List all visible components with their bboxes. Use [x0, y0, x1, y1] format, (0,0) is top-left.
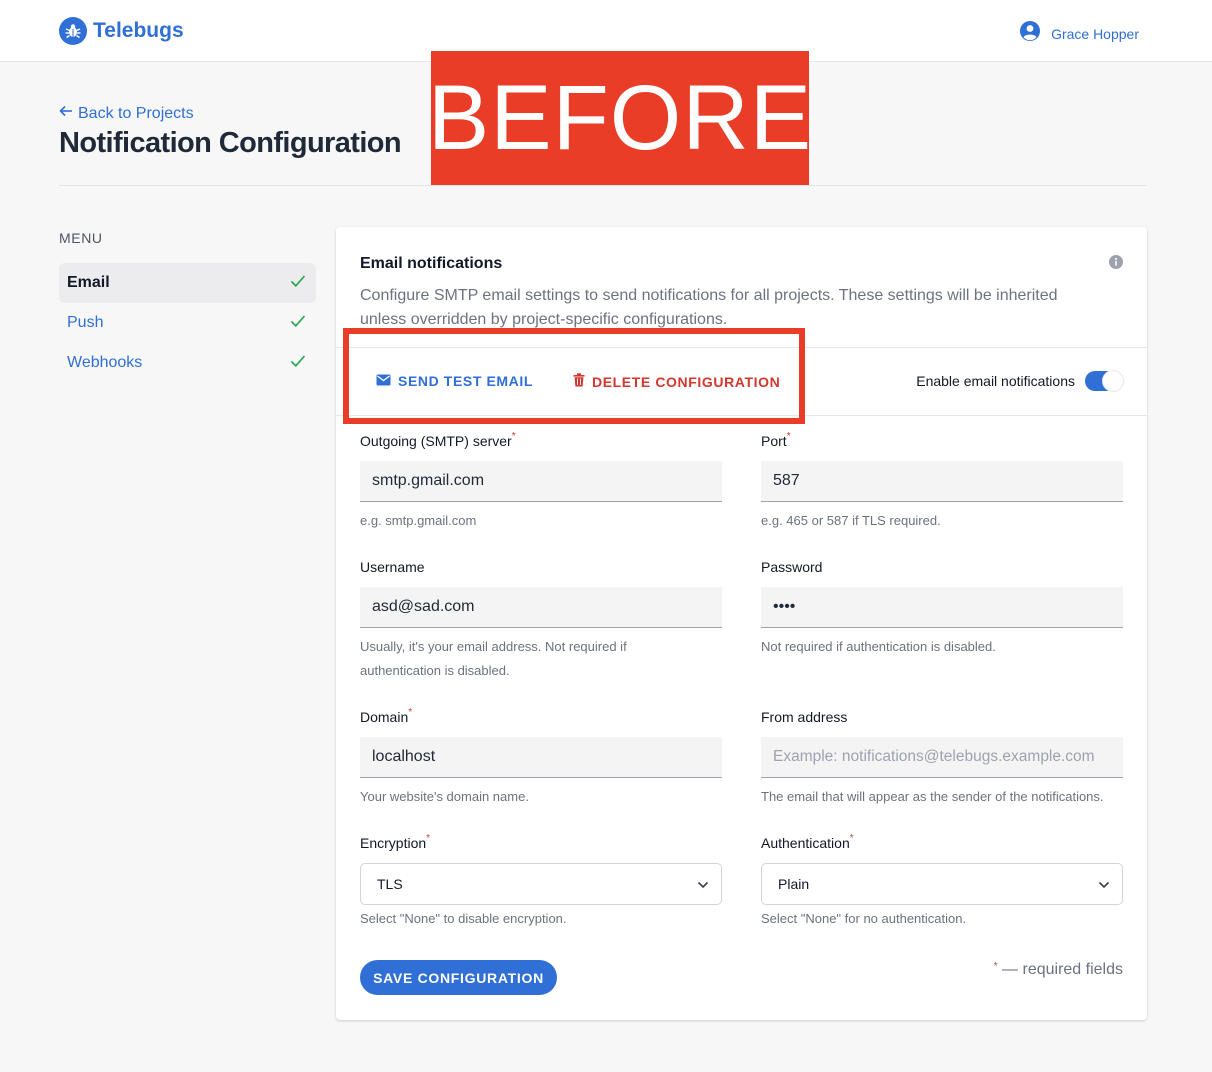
sidebar-item-email[interactable]: Email	[59, 263, 316, 303]
user-menu[interactable]: Grace Hopper	[1019, 20, 1139, 47]
field-help: Select "None" for no authentication.	[761, 911, 967, 926]
authentication-value: Plain	[778, 876, 810, 892]
page-title: Notification Configuration	[59, 127, 402, 159]
user-avatar-icon	[1019, 20, 1041, 47]
sidebar-item-push[interactable]: Push	[59, 303, 316, 343]
authentication-field: Authentication* Plain Select "None" for …	[761, 833, 1123, 935]
required-note-text: — required fields	[1002, 961, 1123, 978]
field-label: Encryption*	[360, 833, 431, 851]
field-help: Your website's domain name.	[360, 789, 529, 804]
banner-text: BEFORE	[427, 67, 813, 169]
send-test-email-label: SEND TEST EMAIL	[398, 373, 534, 389]
username-input[interactable]	[360, 587, 722, 628]
enable-email-toggle-group: Enable email notifications	[916, 370, 1124, 392]
brand[interactable]: Telebugs	[59, 17, 184, 45]
password-field: Password Not required if authentication …	[761, 559, 1123, 689]
sidebar-menu: Email Push Webhooks	[59, 263, 316, 383]
field-help: e.g. 465 or 587 if TLS required.	[761, 513, 941, 528]
domain-input[interactable]	[360, 737, 722, 778]
password-input[interactable]	[761, 587, 1123, 628]
field-help: Not required if authentication is disabl…	[761, 639, 996, 654]
sidebar-item-label: Webhooks	[67, 354, 143, 371]
field-label: Port*	[761, 431, 791, 449]
from-address-input[interactable]	[761, 737, 1123, 778]
toggle-knob	[1102, 370, 1124, 392]
sidebar-item-webhooks[interactable]: Webhooks	[59, 343, 316, 383]
required-star: *	[993, 961, 998, 972]
card-title: Email notifications	[360, 255, 503, 272]
enable-email-toggle[interactable]	[1085, 370, 1124, 392]
check-icon	[290, 274, 306, 293]
field-help: Usually, it's your email address. Not re…	[360, 639, 627, 678]
arrow-left-icon	[59, 104, 73, 123]
field-label: Outgoing (SMTP) server*	[360, 431, 516, 449]
encryption-select[interactable]: TLS	[360, 863, 722, 905]
smtp-server-input[interactable]	[360, 461, 722, 502]
authentication-select[interactable]: Plain	[761, 863, 1123, 905]
chevron-down-icon	[1098, 876, 1110, 892]
username-field: Username Usually, it's your email addres…	[360, 559, 722, 689]
header-divider	[59, 185, 1147, 186]
enable-email-label: Enable email notifications	[916, 373, 1075, 389]
back-link-label: Back to Projects	[78, 104, 194, 122]
field-label: Domain*	[360, 707, 413, 725]
user-name: Grace Hopper	[1051, 25, 1139, 42]
from-address-field: From address The email that will appear …	[761, 709, 1123, 809]
envelope-icon	[376, 373, 391, 389]
field-help: e.g. smtp.gmail.com	[360, 513, 477, 528]
back-to-projects-link[interactable]: Back to Projects	[59, 104, 194, 123]
encryption-value: TLS	[377, 876, 403, 892]
smtp-server-field: Outgoing (SMTP) server* e.g. smtp.gmail.…	[360, 431, 722, 533]
port-input[interactable]	[761, 461, 1123, 502]
field-help: The email that will appear as the sender…	[761, 789, 1104, 804]
bug-logo-icon	[59, 17, 87, 45]
required-fields-note: * — required fields	[994, 961, 1123, 979]
send-test-email-button[interactable]: SEND TEST EMAIL	[376, 373, 533, 389]
port-field: Port* e.g. 465 or 587 if TLS required.	[761, 431, 1123, 533]
field-help: Select "None" to disable encryption.	[360, 911, 567, 926]
info-icon[interactable]	[1109, 255, 1123, 274]
domain-field: Domain* Your website's domain name.	[360, 707, 722, 809]
save-configuration-button[interactable]: SAVE CONFIGURATION	[360, 960, 557, 995]
check-icon	[290, 314, 306, 333]
check-icon	[290, 354, 306, 373]
encryption-field: Encryption* TLS Select "None" to disable…	[360, 833, 722, 935]
field-label: Username	[360, 559, 425, 575]
brand-name: Telebugs	[93, 19, 184, 42]
sidebar-item-label: Email	[67, 274, 110, 291]
chevron-down-icon	[697, 876, 709, 892]
email-settings-card: Email notifications Configure SMTP email…	[336, 227, 1147, 1020]
before-banner: BEFORE	[427, 51, 813, 185]
card-description: Configure SMTP email settings to send no…	[360, 287, 1058, 328]
delete-configuration-button[interactable]: DELETE CONFIGURATION	[573, 373, 780, 390]
sidebar-item-label: Push	[67, 314, 104, 331]
field-label: Authentication*	[761, 833, 854, 851]
delete-configuration-label: DELETE CONFIGURATION	[592, 373, 781, 390]
field-label: From address	[761, 709, 848, 725]
trash-icon	[573, 373, 585, 390]
field-label: Password	[761, 559, 823, 575]
menu-heading: MENU	[59, 230, 103, 246]
card-toolbar: SEND TEST EMAIL DELETE CONFIGURATION Ena…	[336, 347, 1147, 416]
